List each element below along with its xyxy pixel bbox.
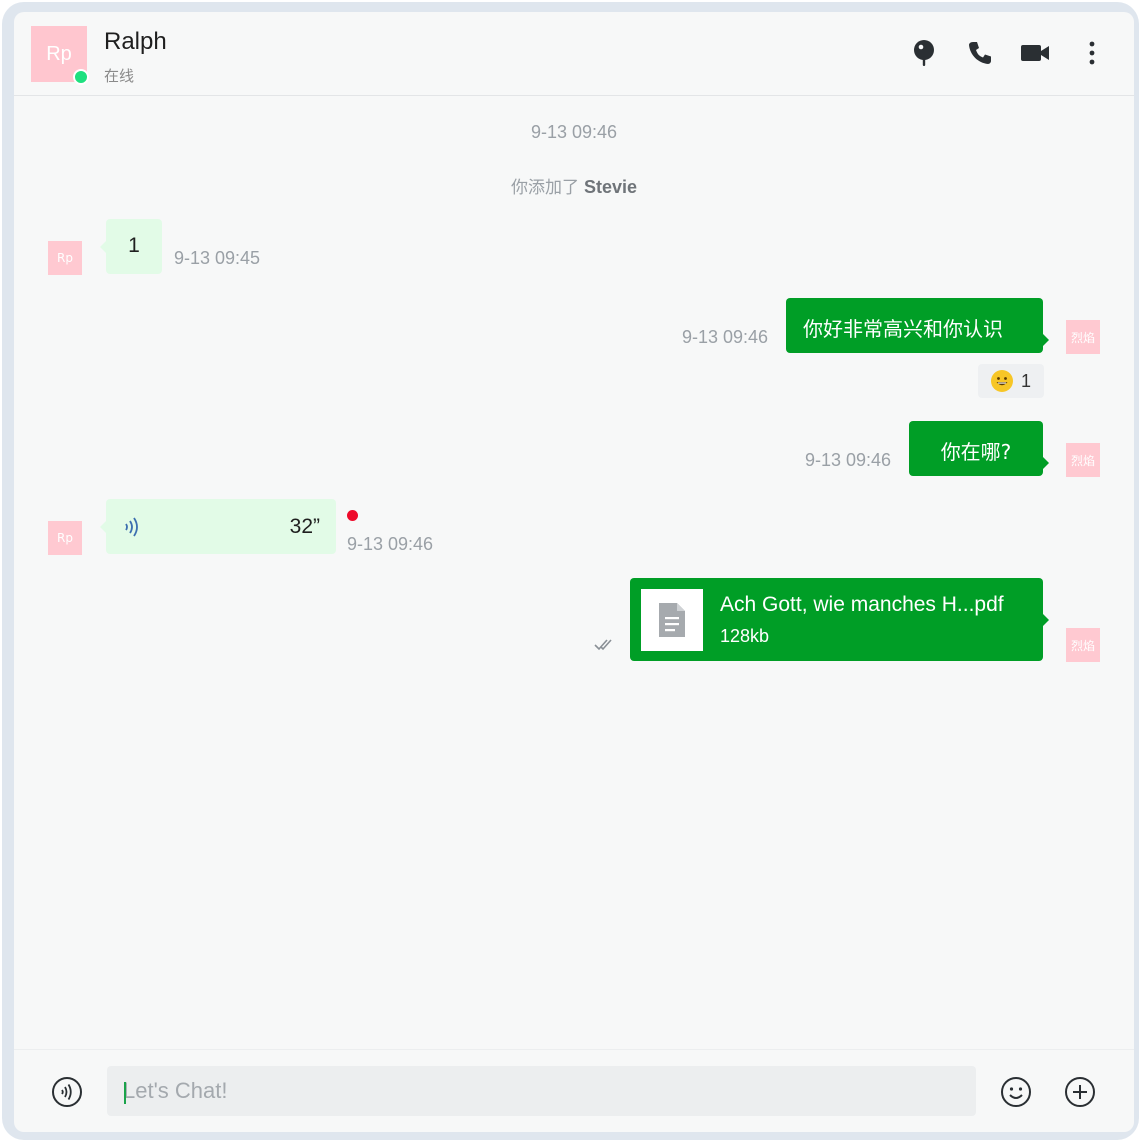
my-avatar[interactable]: 烈焰 (1066, 443, 1100, 477)
more-options-icon[interactable] (1077, 38, 1107, 68)
voice-duration: 32” (289, 515, 320, 538)
message-reaction[interactable]: 1 (978, 364, 1044, 398)
document-icon (659, 603, 685, 637)
message-bubble[interactable]: 你好非常高兴和你认识 (786, 298, 1049, 353)
message-text: 1 (128, 234, 140, 257)
video-icon[interactable] (1020, 38, 1050, 68)
message-time: 9-13 09:46 (805, 450, 892, 470)
add-icon[interactable] (1064, 1076, 1096, 1108)
online-status-dot (73, 69, 89, 85)
unread-indicator (347, 510, 358, 521)
file-name: Ach Gott, wie manches H...pdf (720, 593, 1004, 616)
text-caret (124, 1082, 126, 1104)
reaction-count: 1 (1020, 370, 1031, 391)
system-message-name: Stevie (583, 177, 638, 197)
file-message-bubble[interactable]: Ach Gott, wie manches H...pdf 128kb (630, 578, 1049, 661)
voice-wave-icon (122, 514, 144, 540)
voice-input-icon[interactable] (51, 1076, 83, 1108)
contact-name: Ralph (104, 28, 167, 55)
contact-status: 在线 (104, 67, 135, 85)
file-size: 128kb (720, 626, 770, 646)
message-time: 9-13 09:45 (174, 248, 261, 268)
pin-icon[interactable] (909, 38, 939, 68)
message-bubble[interactable]: 1 (100, 219, 162, 274)
my-avatar[interactable]: 烈焰 (1066, 628, 1100, 662)
message-time: 9-13 09:46 (347, 534, 434, 554)
sender-avatar[interactable]: Rp (48, 241, 82, 275)
message-text: 你好非常高兴和你认识 (803, 317, 1003, 341)
message-input[interactable] (107, 1066, 976, 1116)
phone-icon[interactable] (965, 38, 995, 68)
message-bubble[interactable]: 你在哪? (909, 421, 1049, 476)
chat-header: Rp Ralph 在线 (14, 12, 1134, 96)
file-icon-box (641, 589, 703, 651)
sender-avatar[interactable]: Rp (48, 521, 82, 555)
message-time: 9-13 09:46 (682, 327, 769, 347)
message-text: 你在哪? (940, 440, 1012, 464)
emoji-icon[interactable] (1000, 1076, 1032, 1108)
timeline-timestamp: 9-13 09:46 (530, 122, 618, 142)
chat-window: Rp Ralph 在线 9-13 09:46 你添加了 Stevie Rp 1 … (14, 12, 1134, 1132)
input-bar (14, 1049, 1134, 1132)
system-message: 你添加了 Stevie (14, 173, 1134, 198)
voice-message-bubble[interactable]: 32” (100, 499, 336, 554)
system-message-text: 你添加了 (510, 178, 579, 198)
my-avatar[interactable]: 烈焰 (1066, 320, 1100, 354)
double-check-icon (593, 637, 617, 653)
grinning-face-icon (990, 370, 1013, 392)
